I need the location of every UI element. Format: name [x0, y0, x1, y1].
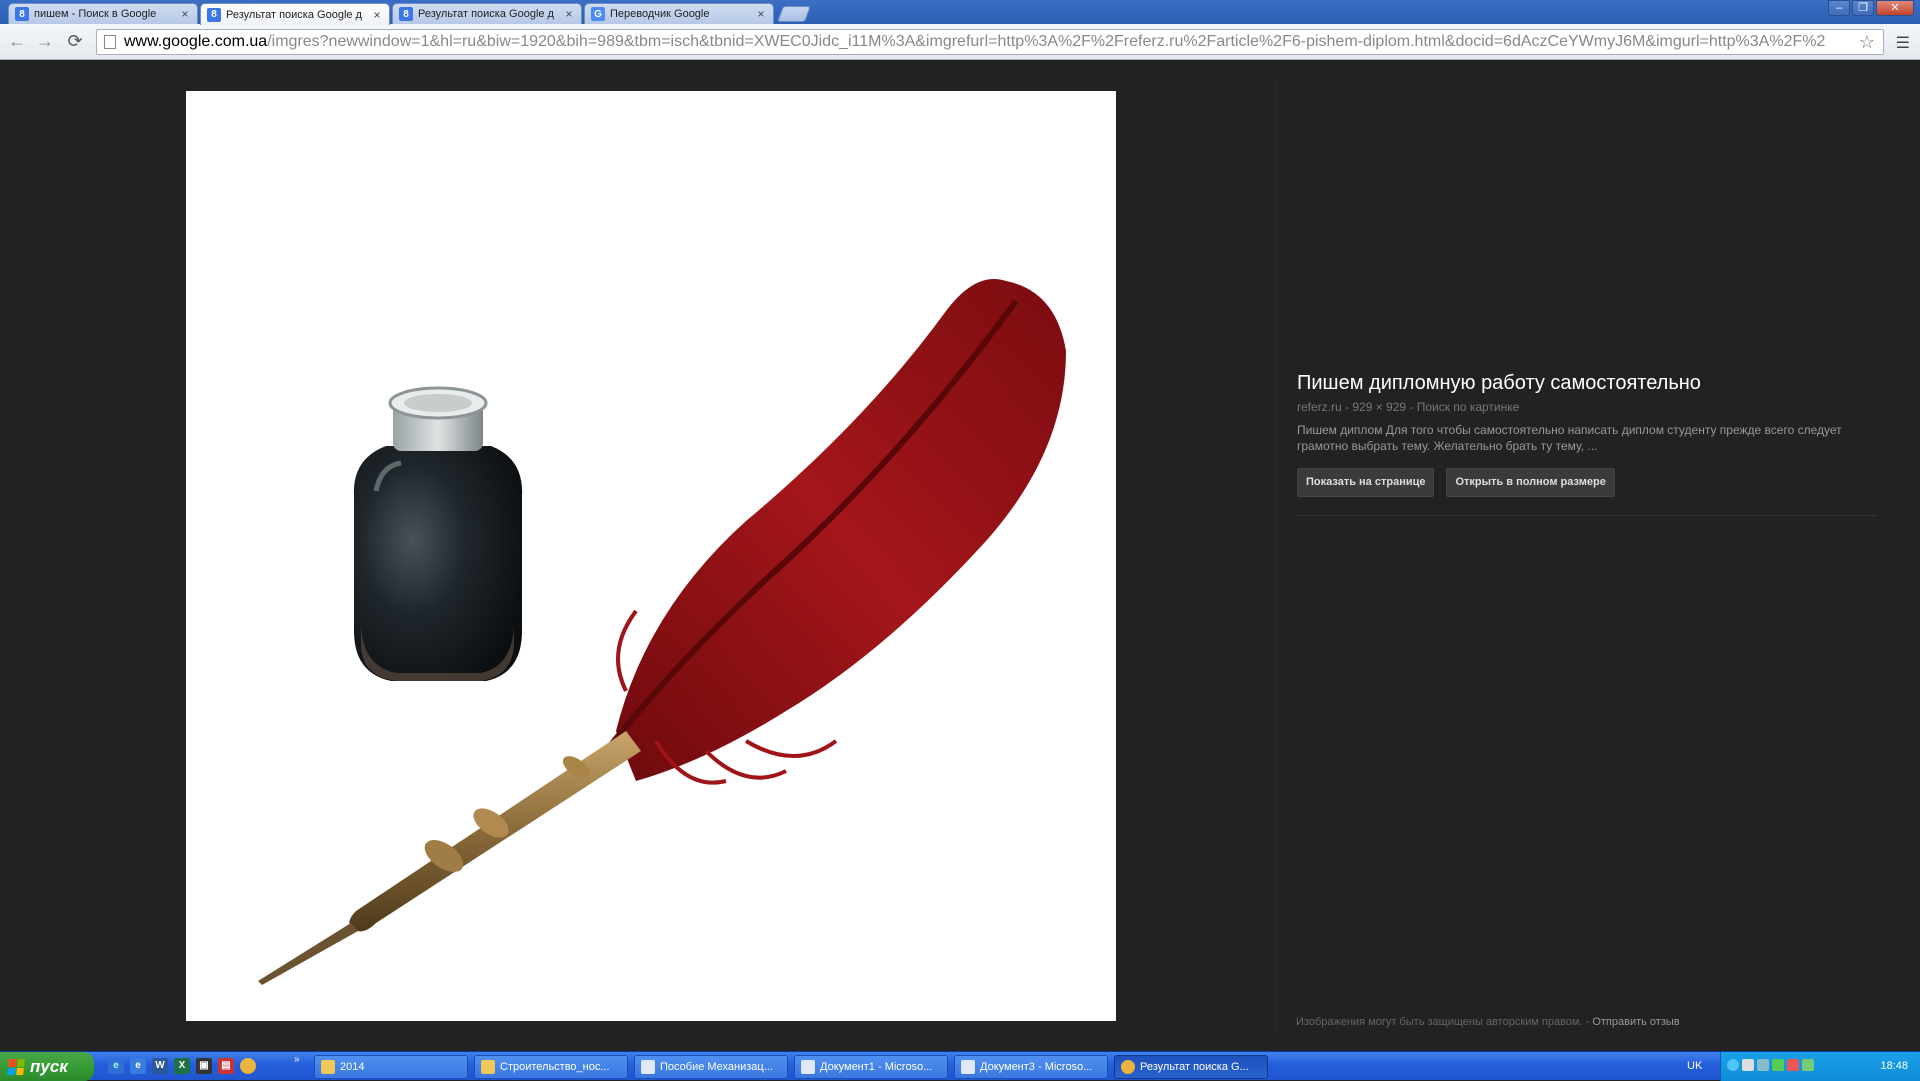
clock[interactable]: 18:48: [1880, 1060, 1908, 1072]
window-close-button[interactable]: ✕: [1876, 0, 1914, 16]
red-feather: [603, 279, 1066, 785]
browser-icon[interactable]: e: [130, 1058, 146, 1074]
tab-label: пишем - Поиск в Google: [34, 8, 157, 20]
show-on-page-button[interactable]: Показать на странице: [1297, 468, 1435, 497]
close-icon[interactable]: ×: [371, 8, 383, 22]
word-icon[interactable]: W: [152, 1058, 168, 1074]
language-indicator[interactable]: UK: [1687, 1060, 1702, 1072]
reload-icon[interactable]: ⟳: [64, 31, 86, 53]
taskbar-item-label: Пособие Механизац...: [660, 1061, 773, 1073]
tab-image-result-2[interactable]: 8 Результат поиска Google д ×: [392, 3, 582, 24]
close-icon[interactable]: ×: [179, 7, 191, 21]
panel-divider: [1276, 81, 1277, 1031]
system-tray: UK 18:48: [1687, 1052, 1920, 1081]
taskbar-item-word-1[interactable]: Пособие Механизац...: [634, 1055, 788, 1079]
word-icon: [641, 1060, 655, 1074]
tab-strip: 8 пишем - Поиск в Google × 8 Результат п…: [0, 0, 1920, 25]
tray-arrow-icon[interactable]: [1727, 1059, 1739, 1071]
copyright-note: Изображения могут быть защищены авторски…: [1296, 1016, 1680, 1028]
google-icon: 8: [207, 7, 221, 22]
taskbar-item-word-3[interactable]: Документ3 - Microso...: [954, 1055, 1108, 1079]
url-path: /imgres?newwindow=1&hl=ru&biw=1920&bih=9…: [267, 33, 1826, 50]
address-bar[interactable]: www.google.com.ua/imgres?newwindow=1&hl=…: [96, 29, 1884, 55]
action-buttons: Показать на странице Открыть в полном ра…: [1297, 468, 1877, 497]
minimize-button[interactable]: –: [1828, 0, 1850, 16]
menu-icon[interactable]: ☰: [1896, 33, 1910, 53]
taskbar: пуск e e W X ▣ ▤ » 2014 Строительство_но…: [0, 1051, 1920, 1081]
tab-image-result[interactable]: 8 Результат поиска Google д ×: [200, 3, 390, 25]
windows-logo-icon: [7, 1058, 25, 1075]
taskbar-item-label: 2014: [340, 1061, 365, 1073]
taskbar-item-label: Документ1 - Microso...: [820, 1061, 933, 1073]
folder-icon: [481, 1060, 495, 1074]
chevron-right-icon[interactable]: »: [294, 1054, 300, 1065]
taskbar-item-folder-2[interactable]: Строительство_нос...: [474, 1055, 628, 1079]
tab-label: Результат поиска Google д: [418, 8, 554, 20]
result-meta: referz.ru - 929 × 929 - Поиск по картинк…: [1297, 400, 1520, 414]
forward-arrow-icon[interactable]: →: [34, 31, 56, 53]
taskbar-item-label: Документ3 - Microso...: [980, 1061, 1093, 1073]
copyright-text: Изображения могут быть защищены авторски…: [1296, 1016, 1590, 1028]
network-icon[interactable]: [1757, 1059, 1769, 1071]
inkwell: [353, 386, 523, 681]
image-info-panel: Пишем дипломную работу самостоятельно re…: [1297, 372, 1877, 516]
taskbar-item-chrome[interactable]: Результат поиска G...: [1114, 1055, 1268, 1079]
quill-and-inkwell-image: [258, 279, 1066, 985]
restore-button[interactable]: ❐: [1852, 0, 1874, 16]
ie-icon[interactable]: e: [108, 1058, 124, 1074]
tab-label: Переводчик Google: [610, 8, 710, 20]
google-icon: 8: [15, 7, 29, 21]
tab-translate[interactable]: G Переводчик Google ×: [584, 3, 774, 24]
start-label: пуск: [30, 1056, 68, 1076]
image-viewer: Пишем дипломную работу самостоятельно re…: [0, 61, 1920, 1051]
tray-icons: [1727, 1059, 1814, 1071]
antivirus-icon[interactable]: [1772, 1059, 1784, 1071]
page-icon: [104, 35, 116, 49]
taskbar-item-label: Строительство_нос...: [500, 1061, 610, 1073]
url-text: www.google.com.ua/imgres?newwindow=1&hl=…: [124, 33, 1883, 51]
security-icon[interactable]: [1787, 1059, 1799, 1071]
url-host: www.google.com.ua: [124, 33, 268, 50]
app-icon[interactable]: ▣: [196, 1058, 212, 1074]
info-separator: [1297, 515, 1877, 516]
taskbar-item-label: Результат поиска G...: [1140, 1061, 1249, 1073]
volume-icon[interactable]: [1742, 1059, 1754, 1071]
tab-label: Результат поиска Google д: [226, 8, 362, 21]
back-arrow-icon[interactable]: ←: [6, 31, 28, 53]
word-icon: [801, 1060, 815, 1074]
chrome-icon: [1121, 1060, 1135, 1074]
brass-pen-holder: [258, 731, 641, 985]
new-tab-button[interactable]: [777, 6, 811, 22]
word-icon: [961, 1060, 975, 1074]
pdf-icon[interactable]: ▤: [218, 1058, 234, 1074]
bookmark-star-icon[interactable]: ☆: [1859, 32, 1875, 53]
tab-search[interactable]: 8 пишем - Поиск в Google ×: [8, 3, 198, 24]
open-full-size-button[interactable]: Открыть в полном размере: [1446, 468, 1615, 497]
browser-toolbar: ← → ⟳ www.google.com.ua/imgres?newwindow…: [0, 24, 1920, 60]
send-feedback-link[interactable]: Отправить отзыв: [1592, 1016, 1679, 1028]
start-button[interactable]: пуск: [0, 1052, 94, 1081]
folder-icon: [321, 1060, 335, 1074]
google-icon: 8: [399, 7, 413, 21]
result-description: Пишем диплом Для того чтобы самостоятель…: [1297, 423, 1842, 453]
taskbar-item-word-2[interactable]: Документ1 - Microso...: [794, 1055, 948, 1079]
window-controls: – ❐ ✕: [1828, 0, 1914, 16]
chrome-icon[interactable]: [240, 1058, 256, 1074]
taskbar-item-folder[interactable]: 2014: [314, 1055, 468, 1079]
translate-icon: G: [591, 7, 605, 21]
close-icon[interactable]: ×: [755, 7, 767, 21]
preview-image[interactable]: [186, 91, 1116, 1021]
close-icon[interactable]: ×: [563, 7, 575, 21]
result-title[interactable]: Пишем дипломную работу самостоятельно: [1297, 372, 1877, 395]
signal-icon[interactable]: [1802, 1059, 1814, 1071]
excel-icon[interactable]: X: [174, 1058, 190, 1074]
